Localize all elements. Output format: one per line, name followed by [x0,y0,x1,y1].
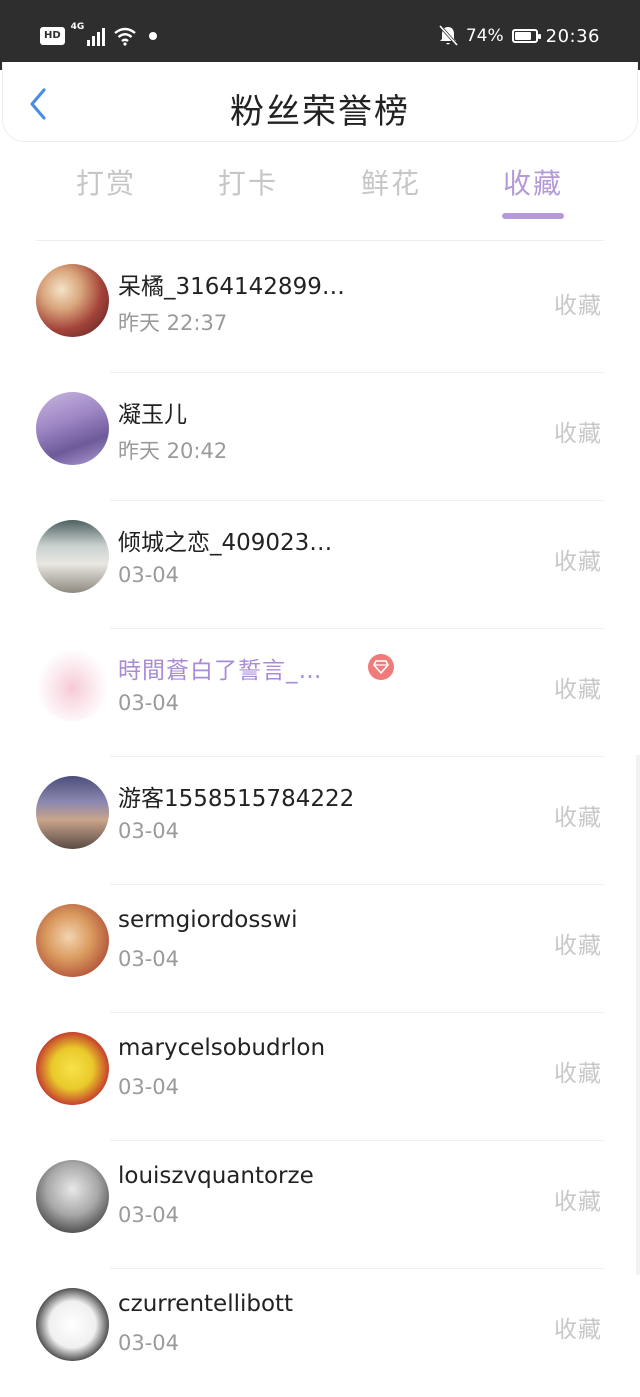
user-name: marycelsobudrlon [118,1035,326,1061]
favorite-time: 03-04 [118,691,180,715]
diamond-icon [368,654,394,680]
list-item[interactable]: 倾城之恋_409023… 03-04 收藏 [0,501,640,629]
favorite-time: 昨天 20:42 [118,439,228,463]
pink-blossom-avatar[interactable] [36,648,109,721]
favorite-time: 03-04 [118,1203,180,1227]
tabs-divider [36,240,604,241]
user-name: 凝玉儿 [118,402,187,428]
clock-time: 20:36 [545,25,600,47]
tab-checkin[interactable]: 打卡 [203,162,293,202]
meme-face-avatar[interactable] [36,1288,109,1361]
action-label: 收藏 [554,805,602,831]
tab-bar: 打赏 打卡 鲜花 收藏 [0,152,640,232]
user-name: 倾城之恋_409023… [118,530,333,556]
battery-icon [511,29,541,43]
user-name: czurrentellibott [118,1291,294,1317]
hd-icon: HD [40,27,65,45]
list-item[interactable]: 呆橘_3164142899… 昨天 22:37 收藏 [0,245,640,373]
battery-level [514,32,531,40]
user-name: 呆橘_3164142899… [118,274,345,300]
list-item[interactable]: 游客1558515784222 03-04 收藏 [0,757,640,885]
active-tab-indicator [502,213,564,219]
action-label: 收藏 [554,421,602,447]
action-label: 收藏 [554,1061,602,1087]
user-name: 游客1558515784222 [118,786,355,812]
favorite-time: 03-04 [118,1075,180,1099]
action-label: 收藏 [554,1189,602,1215]
user-name: louiszvquantorze [118,1163,314,1189]
list-item[interactable]: 時間蒼白了誓言_… 03-04 收藏 [0,629,640,757]
list-item[interactable]: marycelsobudrlon 03-04 收藏 [0,1013,640,1141]
app-header: 粉丝荣誉榜 [2,62,638,142]
anime-girl-avatar[interactable] [36,520,109,593]
action-label: 收藏 [554,549,602,575]
battery-percent: 74% [465,26,504,46]
user-name: 時間蒼白了誓言_… [118,658,323,684]
city-bridge-avatar[interactable] [36,776,109,849]
user-name: sermgiordosswi [118,907,298,933]
scrollbar[interactable] [636,755,640,1275]
favorite-time: 03-04 [118,563,180,587]
fan-list: 呆橘_3164142899… 昨天 22:37 收藏 凝玉儿 昨天 20:42 … [0,245,640,1397]
status-right: 74% 20:36 [438,22,600,50]
list-item[interactable]: czurrentellibott 03-04 收藏 [0,1269,640,1397]
wifi-icon [113,26,137,46]
spongebob-avatar[interactable] [36,1032,109,1105]
action-label: 收藏 [554,677,602,703]
favorite-time: 03-04 [118,819,180,843]
list-item[interactable]: louiszvquantorze 03-04 收藏 [0,1141,640,1269]
anime-illustration-avatar[interactable] [36,264,109,337]
status-bar: HD 4G 74% 20:36 [0,0,640,70]
page-title: 粉丝荣誉榜 [230,92,410,132]
action-label: 收藏 [554,293,602,319]
favorite-time: 03-04 [118,1331,180,1355]
dog-avatar[interactable] [36,904,109,977]
action-label: 收藏 [554,1317,602,1343]
mute-bell-icon [438,24,458,47]
action-label: 收藏 [554,933,602,959]
list-item[interactable]: 凝玉儿 昨天 20:42 收藏 [0,373,640,501]
notification-dot-icon [148,32,157,40]
child-portrait-avatar[interactable] [36,1160,109,1233]
status-left: HD 4G [40,22,157,48]
tab-flowers[interactable]: 鲜花 [346,162,436,202]
signal-icon: 4G [71,22,105,46]
tab-reward[interactable]: 打赏 [61,162,151,202]
network-type: 4G [70,22,85,32]
purple-sky-avatar[interactable] [36,392,109,465]
favorite-time: 昨天 22:37 [118,311,228,335]
tab-favorites[interactable]: 收藏 [488,162,578,202]
list-item[interactable]: sermgiordosswi 03-04 收藏 [0,885,640,1013]
favorite-time: 03-04 [118,947,180,971]
